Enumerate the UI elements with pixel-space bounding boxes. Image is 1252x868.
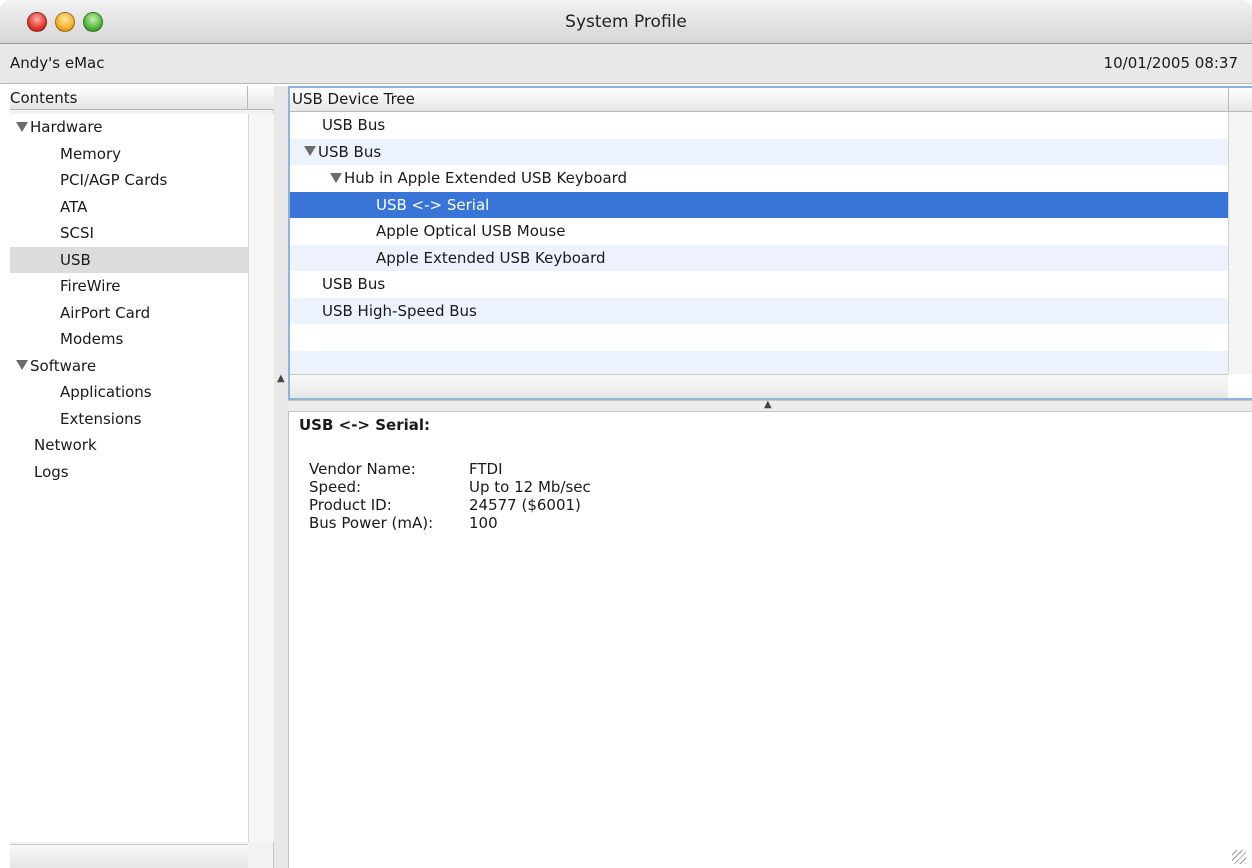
tree-row-usb-bus-2[interactable]: USB Bus [290,138,1228,165]
sidebar-item-memory[interactable]: Memory [10,141,248,167]
tree-row-usb-serial[interactable]: USB <-> Serial [290,191,1228,218]
property-label: Speed: [309,478,362,496]
sidebar-item-logs[interactable]: Logs [10,459,248,485]
property-value: 100 [469,514,498,532]
property-label: Product ID: [309,496,392,514]
device-detail-panel: USB <-> Serial: Vendor Name: FTDI Speed:… [288,412,1252,868]
tree-row-empty [290,350,1228,374]
sidebar-horizontal-scrollbar[interactable] [10,844,248,868]
sidebar-item-software[interactable]: Software [10,353,248,379]
tree-row-usb-bus-3[interactable]: USB Bus [290,271,1228,298]
split-grip-icon: ▲ [277,373,285,384]
window-title: System Profile [565,12,687,32]
tree-row-keyboard-hub[interactable]: Hub in Apple Extended USB Keyboard [290,165,1228,192]
property-value: FTDI [469,460,503,478]
sidebar-item-modems[interactable]: Modems [10,326,248,352]
computer-name: Andy's eMac [10,54,105,72]
split-grip-icon: ▲ [764,399,772,410]
sidebar-item-network[interactable]: Network [10,432,248,458]
disclosure-triangle-icon[interactable] [304,146,316,156]
sidebar-item-scsi[interactable]: SCSI [10,220,248,246]
report-datetime: 10/01/2005 08:37 [1103,54,1238,72]
column-divider [1228,88,1229,112]
sidebar-item-extensions[interactable]: Extensions [10,406,248,432]
property-label: Vendor Name: [309,460,416,478]
usb-device-tree-panel: USB Device Tree USB Bus USB Bus Hub in A… [288,86,1252,400]
property-label: Bus Power (mA): [309,514,434,532]
device-tree-header-label: USB Device Tree [292,90,415,108]
contents-sidebar: Contents Hardware Memory PCI/AGP Cards A… [10,86,274,868]
sidebar-item-pci-agp-cards[interactable]: PCI/AGP Cards [10,167,248,193]
sidebar-item-applications[interactable]: Applications [10,379,248,405]
title-bar: System Profile [0,0,1252,44]
sidebar-item-firewire[interactable]: FireWire [10,273,248,299]
contents-column-header[interactable]: Contents [10,86,274,110]
info-bar: Andy's eMac 10/01/2005 08:37 [0,44,1252,84]
sidebar-item-airport-card[interactable]: AirPort Card [10,300,248,326]
sidebar-item-hardware[interactable]: Hardware [10,114,248,140]
property-value: Up to 12 Mb/sec [469,478,591,496]
property-value: 24577 ($6001) [469,496,581,514]
tree-row-usb-high-speed-bus[interactable]: USB High-Speed Bus [290,297,1228,324]
tree-row-extended-keyboard[interactable]: Apple Extended USB Keyboard [290,244,1228,271]
horizontal-split-divider[interactable]: ▲ [288,399,1252,412]
device-tree-horizontal-scrollbar[interactable] [290,374,1228,398]
device-tree-vertical-scrollbar[interactable] [1228,112,1252,374]
tree-row-optical-mouse[interactable]: Apple Optical USB Mouse [290,218,1228,245]
column-divider [247,86,248,110]
tree-row-empty [290,324,1228,351]
sidebar-vertical-scrollbar[interactable] [248,114,274,842]
device-tree-column-header[interactable]: USB Device Tree [290,88,1252,112]
disclosure-triangle-icon[interactable] [330,172,342,183]
detail-title: USB <-> Serial: [299,416,431,434]
window-resize-grip-icon[interactable] [1232,850,1246,864]
contents-header-label: Contents [10,89,78,107]
disclosure-triangle-icon[interactable] [16,121,28,132]
vertical-split-divider[interactable]: ▲ [274,86,288,868]
contents-list: Hardware Memory PCI/AGP Cards ATA SCSI U… [10,114,248,842]
sidebar-item-usb[interactable]: USB [10,246,248,273]
sidebar-item-ata[interactable]: ATA [10,194,248,220]
disclosure-triangle-icon[interactable] [16,360,28,370]
tree-row-usb-bus-1[interactable]: USB Bus [290,112,1228,139]
